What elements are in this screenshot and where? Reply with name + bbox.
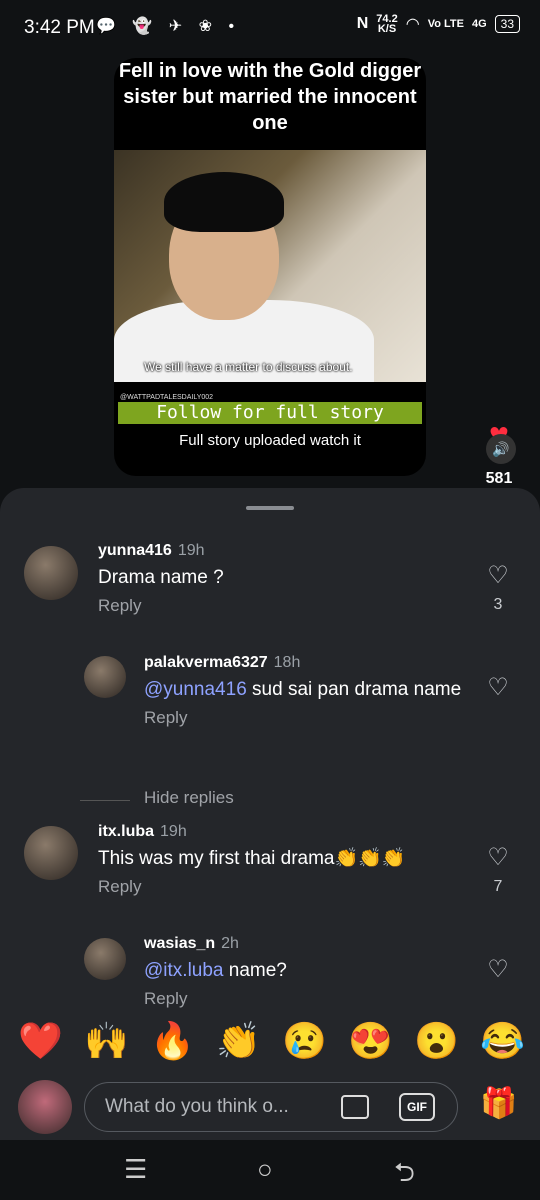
comment: itx.luba 19h This was my first thai drama… xyxy=(98,823,468,897)
comment-text: Drama name ? xyxy=(98,567,224,588)
heart-outline-icon[interactable]: ♡ xyxy=(483,564,513,588)
video-subtitle: We still have a matter to discuss about. xyxy=(144,360,353,374)
comment-time: 19h xyxy=(160,823,187,840)
comment-text: @itx.luba name? xyxy=(144,960,287,981)
avatar[interactable] xyxy=(24,826,78,880)
comment-input[interactable]: What do you think o... GIF xyxy=(84,1082,458,1132)
battery-icon: 33 xyxy=(494,15,520,33)
comment-composer: What do you think o... GIF 🎁 xyxy=(0,1072,540,1140)
figure-hair xyxy=(164,172,284,232)
reaction-heart[interactable]: ❤️ xyxy=(18,1016,63,1066)
mention-link[interactable]: @itx.luba xyxy=(144,960,224,981)
reply-button[interactable]: Reply xyxy=(98,877,468,897)
reaction-clap[interactable]: 👏 xyxy=(216,1016,261,1066)
reaction-cry[interactable]: 😢 xyxy=(282,1016,327,1066)
heart-outline-icon[interactable]: ♡ xyxy=(483,846,513,870)
comment-placeholder: What do you think o... xyxy=(105,1096,289,1117)
comment-like[interactable]: ♡ 3 xyxy=(483,564,513,614)
video-watermark: @WATTPADTALESDAILY002 xyxy=(120,394,214,401)
heart-outline-icon[interactable]: ♡ xyxy=(483,676,513,700)
follow-banner: Follow for full story xyxy=(118,402,422,424)
comment-like[interactable]: ♡ xyxy=(483,676,513,700)
comment-text: @yunna416 sud sai pan drama name xyxy=(144,679,462,700)
comment: yunna416 19h Drama name ? Reply xyxy=(98,542,458,616)
comment-time: 19h xyxy=(177,542,205,559)
reaction-raised-hands[interactable]: 🙌 xyxy=(84,1016,129,1066)
comment-time: 18h xyxy=(273,654,301,671)
wifi-icon: ◠ xyxy=(405,16,420,33)
status-right: N 74.2 K/S ◠ Vo LTE 4G 33 xyxy=(356,13,520,35)
reply-button[interactable]: Reply xyxy=(144,989,464,1009)
comment-username[interactable]: palakverma6327 xyxy=(144,654,268,671)
comment-username[interactable]: itx.luba xyxy=(98,823,154,840)
image-icon[interactable] xyxy=(341,1095,369,1119)
notification-icons: 💬 👻 ✈ ❀ • xyxy=(96,18,241,35)
heart-outline-icon[interactable]: ♡ xyxy=(483,958,513,982)
video-frame xyxy=(114,150,426,382)
comment-text: This was my first thai drama👏👏👏 xyxy=(98,848,406,869)
comment-like[interactable]: ♡ 7 xyxy=(483,846,513,896)
comment-like-count: 3 xyxy=(493,596,503,613)
comment-username[interactable]: yunna416 xyxy=(98,542,172,559)
mention-link[interactable]: @yunna416 xyxy=(144,679,247,700)
recents-icon[interactable]: ☰ xyxy=(124,1154,147,1185)
my-avatar xyxy=(18,1080,72,1134)
divider xyxy=(80,800,130,801)
video-title: Fell in love with the Gold digger sister… xyxy=(118,60,422,134)
reply-button[interactable]: Reply xyxy=(98,596,458,616)
nfc-icon: N xyxy=(356,15,369,32)
reaction-fire[interactable]: 🔥 xyxy=(150,1016,195,1066)
signal-icon: 4G xyxy=(471,18,487,30)
sheet-grab-handle[interactable] xyxy=(246,506,294,510)
volume-icon[interactable]: 🔊 xyxy=(486,434,516,464)
comment-time: 2h xyxy=(221,935,239,952)
reaction-laugh[interactable]: 😂 xyxy=(480,1016,525,1066)
network-speed: 74.2 K/S xyxy=(376,13,398,35)
reaction-heart-eyes[interactable]: 😍 xyxy=(348,1016,393,1066)
reply-comment: wasias_n 2h @itx.luba name? Reply xyxy=(144,935,464,1015)
home-icon[interactable]: ○ xyxy=(257,1154,273,1185)
reply-comment: palakverma6327 18h @yunna416 sud sai pan … xyxy=(144,654,464,728)
avatar[interactable] xyxy=(84,938,126,980)
volte-icon: Vo LTE xyxy=(427,18,464,30)
status-bar: 3:42 PM 💬 👻 ✈ ❀ • N 74.2 K/S ◠ Vo LTE 4G … xyxy=(0,0,540,56)
hide-replies-button[interactable]: Hide replies xyxy=(144,788,234,808)
action-rail: ♥ 🔊 581 xyxy=(474,418,524,487)
reply-button[interactable]: Reply xyxy=(144,708,464,728)
avatar[interactable] xyxy=(24,546,78,600)
gift-icon[interactable]: 🎁 xyxy=(480,1086,517,1121)
comment-username[interactable]: wasias_n xyxy=(144,935,215,952)
status-time: 3:42 PM xyxy=(24,17,95,38)
like-count: 581 xyxy=(485,470,513,487)
gif-icon[interactable]: GIF xyxy=(399,1093,435,1121)
reaction-surprised[interactable]: 😮 xyxy=(414,1016,459,1066)
quick-reactions: ❤️ 🙌 🔥 👏 😢 😍 😮 😂 xyxy=(0,1016,540,1072)
back-icon[interactable]: ⮌ xyxy=(394,1154,415,1198)
avatar[interactable] xyxy=(84,656,126,698)
system-nav-bar: ☰ ○ ⮌ xyxy=(0,1140,540,1200)
video-player[interactable]: Fell in love with the Gold digger sister… xyxy=(114,58,426,476)
comment-like-count: 7 xyxy=(493,878,503,895)
video-caption: Full story uploaded watch it xyxy=(179,432,361,449)
comment-like[interactable]: ♡ xyxy=(483,958,513,982)
